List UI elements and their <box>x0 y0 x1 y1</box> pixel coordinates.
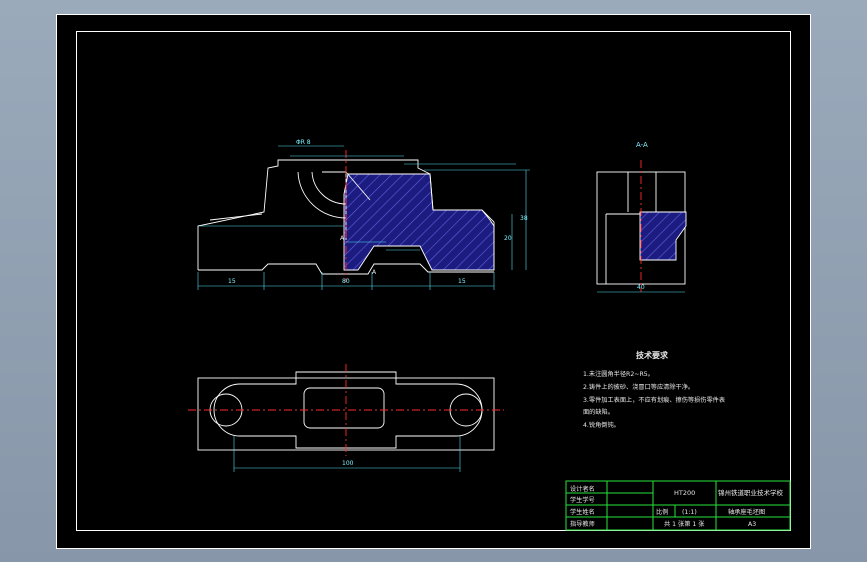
tb-material: HT200 <box>674 489 695 497</box>
tb-scale-value: (1:1) <box>682 509 697 516</box>
tb-drawing-name: 轴承座毛坯图 <box>728 508 765 516</box>
tb-advisor: 指导教师 <box>570 520 595 528</box>
tech-item-4: 面的缺陷。 <box>583 408 614 416</box>
dim-mid-height: 20 <box>504 235 512 242</box>
drawing-sheet <box>56 14 811 549</box>
dim-top-overall: 100 <box>342 460 354 467</box>
dim-bottom-mid: 80 <box>342 278 350 285</box>
tech-item-5: 4.锐角倒钝。 <box>583 421 620 429</box>
tb-student-name: 学生姓名 <box>570 508 595 516</box>
dim-bottom-right: 15 <box>458 278 466 285</box>
dim-bottom-left: 15 <box>228 278 236 285</box>
tb-school: 锦州铁道职业技术学校 <box>718 488 784 497</box>
dim-side-width: 40 <box>637 284 645 291</box>
dim-top: ΦR 8 <box>296 139 311 146</box>
tb-scale-label: 比例 <box>656 508 668 516</box>
tb-student-id: 学生学号 <box>570 496 595 504</box>
tb-sheets: 共 1 张第 1 张 <box>664 520 705 528</box>
tech-item-3: 3.零件加工表面上，不应有划痕、擦伤等损伤零件表 <box>583 396 725 404</box>
cad-viewport[interactable]: 15 80 15 ΦR 8 38 20 A A A-A 40 100 技术要求 … <box>0 0 867 562</box>
tb-designer: 设计者名 <box>570 485 595 493</box>
dim-height: 38 <box>520 215 528 222</box>
tech-item-1: 1.未注圆角半径R2~R5。 <box>583 370 654 378</box>
tech-item-2: 2.铸件上的披砂、浇冒口等应清除干净。 <box>583 383 694 391</box>
drawing-canvas[interactable]: 15 80 15 ΦR 8 38 20 A A A-A 40 100 技术要求 … <box>0 0 867 562</box>
tb-size: A3 <box>748 521 756 528</box>
tech-title: 技术要求 <box>636 350 669 360</box>
section-label: A-A <box>636 141 648 149</box>
